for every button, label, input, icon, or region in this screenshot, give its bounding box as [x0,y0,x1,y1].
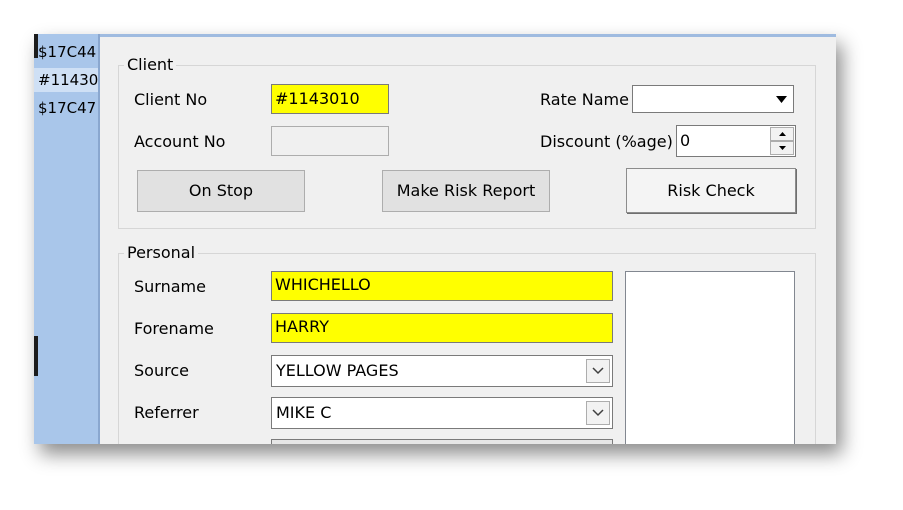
forename-field[interactable]: HARRY [271,313,613,343]
list-item[interactable]: #11430 [34,68,98,92]
client-no-label: Client No [134,90,208,109]
account-no-label: Account No [134,132,226,151]
client-group-label: Client [124,55,177,74]
discount-spin-up[interactable] [770,127,794,141]
client-form: Client Client No #1143010 Account No Rat… [100,37,836,444]
make-risk-report-button[interactable]: Make Risk Report [382,170,550,212]
screenshot-frame: $17C44 #11430 $17C47 Client Client No #1… [34,34,836,444]
list-item[interactable]: $17C47 [34,96,98,120]
surname-field[interactable]: WHICHELLO [271,271,613,301]
client-no-field[interactable]: #1143010 [271,84,389,114]
triangle-up-icon [778,132,786,136]
discount-label: Discount (%age) [540,132,673,151]
list-edge [34,336,38,376]
source-dropdown[interactable]: YELLOW PAGES [271,355,613,387]
forename-label: Forename [134,319,214,338]
chevron-down-icon [592,409,604,417]
referrer-label: Referrer [134,403,199,422]
risk-check-button[interactable]: Risk Check [626,168,796,213]
triangle-down-icon [778,146,786,150]
triangle-down-icon [775,95,787,103]
list-item[interactable]: $17C44 [34,40,98,64]
referrer-dropdown-button[interactable] [586,401,610,425]
referrer-dropdown[interactable]: MIKE C [271,397,613,429]
source-dropdown-button[interactable] [586,359,610,383]
chevron-down-icon [592,367,604,375]
account-no-field[interactable] [271,126,389,156]
surname-label: Surname [134,277,206,296]
notes-box[interactable] [625,271,795,444]
record-list: $17C44 #11430 $17C47 [34,34,98,444]
rate-name-label: Rate Name [540,90,629,109]
on-stop-button[interactable]: On Stop [137,170,305,212]
discount-spin-down[interactable] [770,141,794,155]
personal-group-label: Personal [124,243,199,262]
source-label: Source [134,361,189,380]
rate-name-dropdown-button[interactable] [770,87,792,111]
next-field-partial[interactable] [271,439,613,444]
